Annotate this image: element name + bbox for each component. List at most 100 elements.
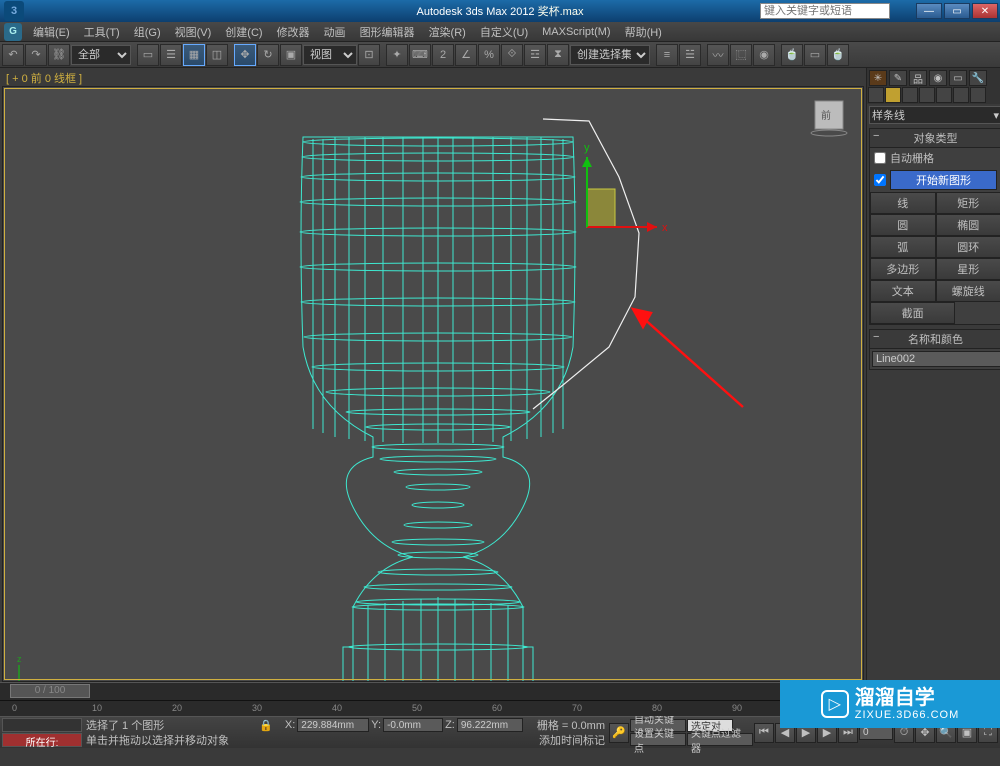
menu-customize[interactable]: 自定义(U)	[473, 24, 535, 40]
menu-group[interactable]: 组(G)	[127, 24, 168, 40]
snap-percent-button[interactable]: %	[478, 44, 500, 66]
menu-modifiers[interactable]: 修改器	[270, 24, 317, 40]
use-center-button[interactable]: ⊡	[358, 44, 380, 66]
coord-z-input[interactable]: 96.222mm	[457, 718, 523, 732]
cat-spacewarps[interactable]	[953, 87, 969, 103]
selection-filter[interactable]: 全部	[71, 45, 131, 65]
object-name-input[interactable]	[872, 351, 1000, 367]
select-button[interactable]: ▭	[137, 44, 159, 66]
btn-line[interactable]: 线	[870, 192, 936, 214]
coord-x-input[interactable]: 229.884mm	[297, 718, 369, 732]
cat-geometry[interactable]	[868, 87, 884, 103]
btn-helix[interactable]: 螺旋线	[936, 280, 1000, 302]
minimize-button[interactable]: —	[916, 3, 942, 19]
schematic-view-button[interactable]: ⿺	[730, 44, 752, 66]
btn-ellipse[interactable]: 椭圆	[936, 214, 1000, 236]
selection-status: 选择了 1 个图形	[86, 717, 164, 733]
app-menu-icon[interactable]: G	[4, 23, 22, 41]
tab-modify[interactable]: ✎	[889, 70, 907, 86]
subcategory-dropdown[interactable]: 样条线▾	[869, 106, 1000, 124]
btn-donut[interactable]: 圆环	[936, 236, 1000, 258]
btn-arc[interactable]: 弧	[870, 236, 936, 258]
cat-cameras[interactable]	[919, 87, 935, 103]
script-mini-listener[interactable]	[2, 718, 82, 732]
menu-help[interactable]: 帮助(H)	[618, 24, 669, 40]
startnewshape-button[interactable]: 开始新图形	[890, 170, 997, 190]
cat-shapes[interactable]	[885, 87, 901, 103]
menu-edit[interactable]: 编辑(E)	[26, 24, 77, 40]
goto-start-button[interactable]: ⏮	[754, 723, 774, 743]
tab-utilities[interactable]: 🔧	[969, 70, 987, 86]
rollout-title-namecolor[interactable]: 名称和颜色	[870, 330, 1000, 349]
add-time-tag-button[interactable]: 添加时间标记	[539, 732, 605, 748]
snap-angle-button[interactable]: ∠	[455, 44, 477, 66]
maximize-button[interactable]: ▭	[944, 3, 970, 19]
coord-y-label: Y:	[371, 719, 381, 731]
snap-2d-button[interactable]: 2	[432, 44, 454, 66]
rollout-title-objtype[interactable]: 对象类型	[870, 129, 1000, 148]
menu-rendering[interactable]: 渲染(R)	[422, 24, 473, 40]
menu-view[interactable]: 视图(V)	[168, 24, 219, 40]
svg-text:前: 前	[821, 109, 831, 122]
keyfilter-button[interactable]: 关键点过滤器	[687, 733, 753, 746]
startnewshape-checkbox[interactable]	[874, 174, 886, 186]
curve-editor-button[interactable]: 〰	[707, 44, 729, 66]
keyboard-shortcut-button[interactable]: ⌨	[409, 44, 431, 66]
redo-button[interactable]: ↷	[25, 44, 47, 66]
help-search-input[interactable]	[760, 3, 890, 19]
btn-text[interactable]: 文本	[870, 280, 936, 302]
menu-maxscript[interactable]: MAXScript(M)	[535, 26, 617, 38]
close-button[interactable]: ✕	[972, 3, 998, 19]
select-region-button[interactable]: ▦	[183, 44, 205, 66]
viewport-front[interactable]: x y x z 前	[2, 86, 864, 682]
btn-ngon[interactable]: 多边形	[870, 258, 936, 280]
btn-rectangle[interactable]: 矩形	[936, 192, 1000, 214]
cat-systems[interactable]	[970, 87, 986, 103]
watermark-play-icon: ▷	[821, 690, 849, 718]
current-line-indicator: 所在行:	[2, 733, 82, 747]
menu-tools[interactable]: 工具(T)	[77, 24, 127, 40]
tab-display[interactable]: ▭	[949, 70, 967, 86]
cat-lights[interactable]	[902, 87, 918, 103]
undo-button[interactable]: ↶	[2, 44, 24, 66]
move-button[interactable]: ✥	[234, 44, 256, 66]
rotate-button[interactable]: ↻	[257, 44, 279, 66]
setkey-button[interactable]: 设置关键点	[630, 733, 686, 746]
select-name-button[interactable]: ☰	[160, 44, 182, 66]
tab-create[interactable]: ✳	[869, 70, 887, 86]
autogrid-label: 自动栅格	[890, 150, 934, 166]
tab-motion[interactable]: ◉	[929, 70, 947, 86]
menu-create[interactable]: 创建(C)	[218, 24, 269, 40]
btn-star[interactable]: 星形	[936, 258, 1000, 280]
spinner-snap-button[interactable]: ⟐	[501, 44, 523, 66]
scale-button[interactable]: ▣	[280, 44, 302, 66]
named-selection-set[interactable]: 创建选择集	[570, 45, 650, 65]
cat-helpers[interactable]	[936, 87, 952, 103]
align-button[interactable]: ≡	[656, 44, 678, 66]
menu-animation[interactable]: 动画	[317, 24, 353, 40]
render-frame-button[interactable]: ▭	[804, 44, 826, 66]
viewcube[interactable]: 前	[807, 93, 851, 137]
link-button[interactable]: ⛓	[48, 44, 70, 66]
window-crossing-button[interactable]: ◫	[206, 44, 228, 66]
lock-selection-button[interactable]: 🔑	[609, 723, 629, 743]
menu-grapheditors[interactable]: 图形编辑器	[353, 24, 422, 40]
render-setup-button[interactable]: 🍵	[781, 44, 803, 66]
time-ruler[interactable]: 0 10 20 30 40 50 60 70 80 90 100	[0, 700, 866, 716]
render-button[interactable]: 🍵	[827, 44, 849, 66]
coord-y-input[interactable]: -0.0mm	[383, 718, 443, 732]
ref-coord-system[interactable]: 视图	[303, 45, 357, 65]
btn-circle[interactable]: 圆	[870, 214, 936, 236]
material-editor-button[interactable]: ◉	[753, 44, 775, 66]
coord-x-label: X:	[285, 719, 295, 731]
rollout-object-type: 对象类型 自动栅格 开始新图形 线矩形 圆椭圆 弧圆环 多边形星形 文本螺旋线 …	[869, 128, 1000, 325]
tab-hierarchy[interactable]: 品	[909, 70, 927, 86]
edit-named-sel-button[interactable]: ☲	[524, 44, 546, 66]
autogrid-checkbox[interactable]	[874, 152, 886, 164]
manipulate-button[interactable]: ✦	[386, 44, 408, 66]
time-slider[interactable]: 0 / 100	[0, 682, 866, 700]
viewport-label[interactable]: [ + 0 前 0 线框 ]	[0, 68, 866, 86]
mirror-button[interactable]: ⧗	[547, 44, 569, 66]
layers-button[interactable]: ☱	[679, 44, 701, 66]
btn-section[interactable]: 截面	[870, 302, 955, 324]
